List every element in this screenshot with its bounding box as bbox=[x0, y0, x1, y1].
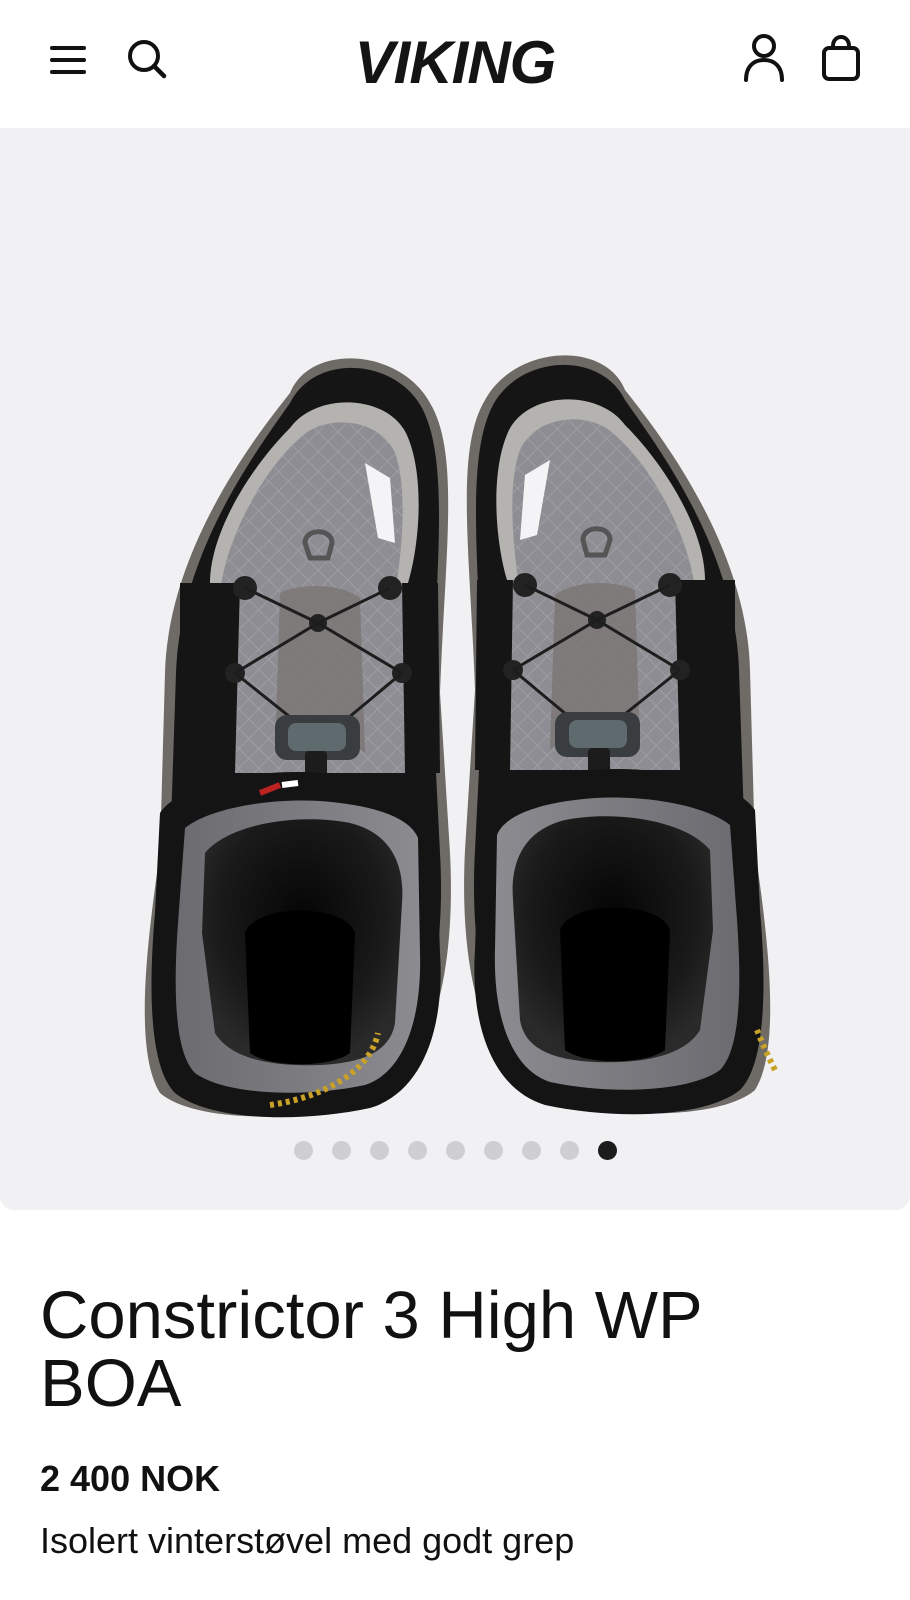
carousel-pagination bbox=[0, 1138, 910, 1162]
product-image bbox=[0, 128, 778, 1210]
product-image-gallery[interactable] bbox=[0, 128, 910, 1210]
carousel-dot[interactable] bbox=[369, 1140, 389, 1160]
account-button[interactable] bbox=[742, 32, 786, 84]
carousel-dot[interactable] bbox=[559, 1140, 579, 1160]
site-header: VIKING bbox=[0, 0, 910, 128]
carousel-dot[interactable] bbox=[445, 1140, 465, 1160]
menu-button[interactable] bbox=[46, 40, 90, 80]
product-subtitle: Isolert vinterstøvel med godt grep bbox=[40, 1520, 575, 1561]
menu-icon bbox=[50, 46, 86, 74]
carousel-dot[interactable] bbox=[521, 1140, 541, 1160]
account-icon bbox=[744, 34, 784, 82]
carousel-dot[interactable] bbox=[293, 1140, 313, 1160]
search-button[interactable] bbox=[124, 36, 170, 82]
carousel-dot[interactable] bbox=[331, 1140, 351, 1160]
product-price: 2 400 NOK bbox=[40, 1458, 221, 1499]
search-icon bbox=[128, 40, 167, 79]
viking-logo[interactable]: VIKING bbox=[300, 28, 610, 96]
product-title: Constrictor 3 High WP BOA bbox=[40, 1278, 702, 1421]
cart-button[interactable] bbox=[820, 34, 862, 82]
carousel-dot-active[interactable] bbox=[597, 1140, 617, 1160]
carousel-dot[interactable] bbox=[407, 1140, 427, 1160]
logo-text: VIKING bbox=[355, 29, 556, 92]
shopping-bag-icon bbox=[822, 34, 860, 81]
carousel-dot[interactable] bbox=[483, 1140, 503, 1160]
